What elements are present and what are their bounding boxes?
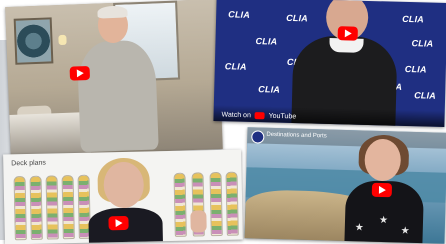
- clia-logo: CLIA: [404, 63, 427, 75]
- deck-plan: [29, 175, 43, 240]
- wall-lamp: [58, 34, 67, 46]
- watch-on-label: Watch on: [221, 111, 251, 119]
- clia-logo: CLIA: [402, 13, 425, 25]
- deck-plan: [173, 172, 187, 237]
- deck-plan: [225, 171, 239, 236]
- play-button[interactable]: [108, 215, 129, 231]
- presenter-body: [76, 39, 159, 153]
- play-icon: [378, 185, 386, 194]
- play-icon: [76, 69, 84, 78]
- deck-plan: [45, 175, 59, 240]
- play-button[interactable]: [69, 65, 91, 81]
- clia-logo: CLIA: [286, 12, 309, 24]
- clia-logo: CLIA: [414, 90, 437, 101]
- clia-logo: CLIA: [258, 84, 281, 95]
- clia-logo: CLIA: [411, 38, 434, 49]
- video-thumbnail-stateroom[interactable]: [5, 0, 223, 158]
- youtube-logo-icon: [254, 111, 265, 119]
- video-thumbnail-destinations[interactable]: Destinations and Ports ★ ★ ★: [244, 127, 446, 244]
- video-thumbnail-deck-plans[interactable]: Deck plans: [3, 149, 243, 244]
- video-thumbnail-clia[interactable]: CLIA CLIA CLIA CLIA CLIA CLIA CLIA CLIA …: [213, 0, 446, 128]
- clia-logo: CLIA: [255, 36, 278, 47]
- presenter-hand: [190, 210, 207, 233]
- deck-plan: [61, 175, 75, 240]
- star-icon: ★: [378, 214, 389, 227]
- play-icon: [344, 29, 352, 38]
- play-icon: [115, 219, 123, 228]
- presenter-head: [103, 161, 145, 209]
- deck-plans-title: Deck plans: [11, 159, 46, 168]
- star-icon: ★: [354, 222, 364, 234]
- clia-logo: CLIA: [228, 9, 251, 20]
- youtube-label: YouTube: [268, 112, 297, 121]
- clia-logo: CLIA: [224, 61, 247, 72]
- deck-plan: [13, 176, 27, 241]
- presenter-hair: [97, 5, 128, 19]
- deck-plan: [209, 171, 223, 237]
- wall-art: [13, 17, 54, 65]
- play-button[interactable]: [337, 26, 358, 41]
- play-button[interactable]: [371, 182, 393, 198]
- star-icon: ★: [400, 225, 410, 237]
